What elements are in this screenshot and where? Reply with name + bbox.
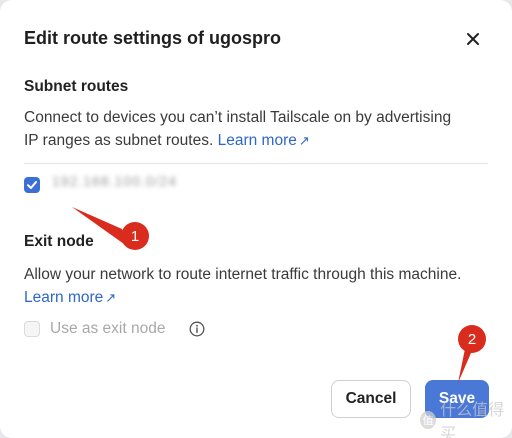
annotation-arrow-1 bbox=[72, 207, 124, 244]
watermark-text: 什么值得买 bbox=[440, 402, 505, 438]
annotation-marker-1: 1 bbox=[121, 222, 149, 250]
edit-route-dialog: Edit route settings of ugospro Subnet ro… bbox=[0, 0, 512, 438]
annotation-marker-2: 2 bbox=[458, 325, 486, 353]
annotation-arrows bbox=[72, 207, 474, 383]
watermark: 值 什么值得买 bbox=[420, 396, 512, 438]
watermark-logo-icon: 值 bbox=[420, 411, 437, 429]
